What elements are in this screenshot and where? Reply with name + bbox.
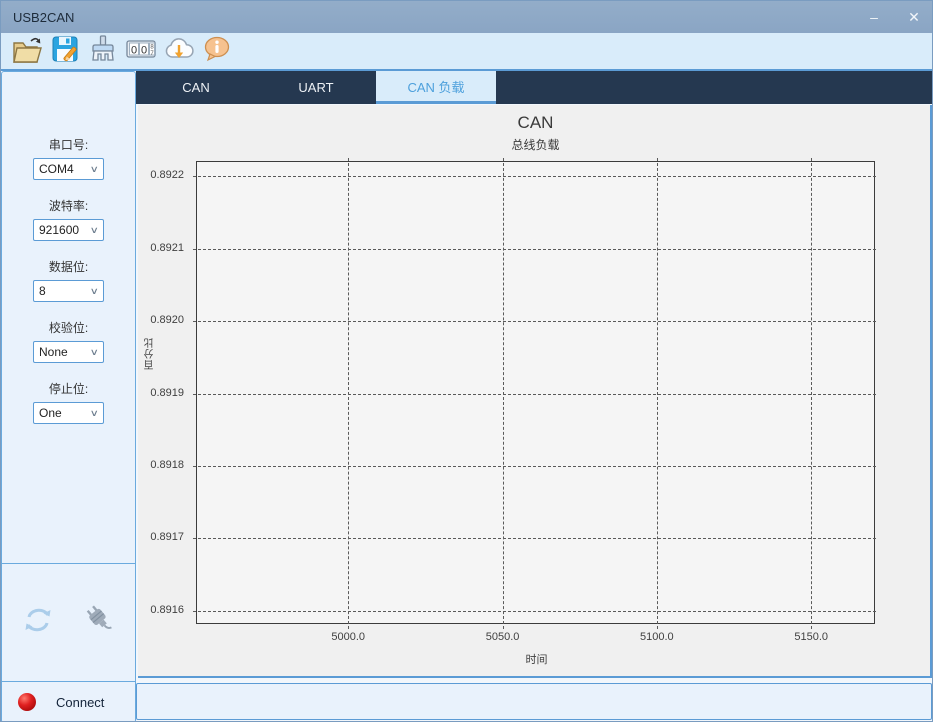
y-gridline <box>193 466 876 467</box>
y-gridline <box>193 394 876 395</box>
connect-button[interactable]: Connect <box>2 682 135 722</box>
baud-rate-value: 921600 <box>39 223 79 237</box>
data-bits-value: 8 <box>39 284 46 298</box>
stop-bits-label: 停止位: <box>2 380 135 397</box>
serial-port-label: 串口号: <box>2 136 135 153</box>
field-stop-bits: 停止位: One ∨ <box>2 380 135 424</box>
chevron-down-icon: ∨ <box>90 347 99 358</box>
y-tick-label: 0.8916 <box>124 604 184 616</box>
x-tick-label: 5100.0 <box>627 631 687 643</box>
save-floppy-icon <box>50 34 80 69</box>
y-gridline <box>193 538 876 539</box>
info-button[interactable] <box>199 34 235 68</box>
x-axis-label: 时间 <box>197 651 876 667</box>
serial-port-value: COM4 <box>39 162 74 176</box>
baud-rate-label: 波特率: <box>2 197 135 214</box>
y-tick-label: 0.8920 <box>124 314 184 326</box>
data-bits-select[interactable]: 8 ∨ <box>33 280 104 302</box>
plug-icon <box>81 603 119 642</box>
x-tick-label: 5150.0 <box>781 631 841 643</box>
open-folder-icon <box>11 34 43 69</box>
serial-port-select[interactable]: COM4 ∨ <box>33 158 104 180</box>
y-tick-label: 0.8921 <box>124 242 184 254</box>
tab-bar: CAN UART CAN 负载 <box>136 71 933 104</box>
serial-settings-panel: 串口号: COM4 ∨ 波特率: 921600 ∨ 数据位: 8 ∨ <box>2 72 135 564</box>
toolbar: 0 0 8 7 <box>1 33 933 71</box>
connection-status-led-icon <box>18 693 36 711</box>
chart-title: CAN <box>196 113 875 133</box>
y-axis-label: 百分比 <box>143 337 157 370</box>
disconnect-plug-button[interactable] <box>80 603 120 643</box>
field-data-bits: 数据位: 8 ∨ <box>2 258 135 302</box>
y-tick-label: 0.8917 <box>124 531 184 543</box>
chevron-down-icon: ∨ <box>90 286 99 297</box>
connect-button-label: Connect <box>56 695 104 710</box>
counter-button[interactable]: 0 0 8 7 <box>123 34 159 68</box>
cloud-download-icon <box>163 34 195 69</box>
minimize-button[interactable]: – <box>854 1 894 33</box>
svg-text:0: 0 <box>141 44 147 56</box>
field-baud-rate: 波特率: 921600 ∨ <box>2 197 135 241</box>
close-button[interactable]: ✕ <box>894 1 933 33</box>
field-parity: 校验位: None ∨ <box>2 319 135 363</box>
tab-can-load[interactable]: CAN 负载 <box>376 71 496 104</box>
plot-area: 百分比 时间 5000.05050.05100.05150.00.89160.8… <box>196 161 875 624</box>
connection-actions-panel <box>2 564 135 682</box>
broom-icon <box>88 34 118 69</box>
clear-button[interactable] <box>85 34 121 68</box>
download-button[interactable] <box>161 34 197 68</box>
main-area: CAN UART CAN 负载 CAN 总线负载 百分比 时间 5000.050… <box>136 71 933 722</box>
stop-bits-value: One <box>39 406 62 420</box>
y-tick-label: 0.8922 <box>124 169 184 181</box>
parity-label: 校验位: <box>2 319 135 336</box>
field-serial-port: 串口号: COM4 ∨ <box>2 136 135 180</box>
tab-can[interactable]: CAN <box>136 71 256 104</box>
refresh-ports-button[interactable] <box>18 603 58 643</box>
parity-select[interactable]: None ∨ <box>33 341 104 363</box>
info-bubble-icon <box>202 34 232 69</box>
y-gridline <box>193 176 876 177</box>
y-gridline <box>193 321 876 322</box>
data-bits-label: 数据位: <box>2 258 135 275</box>
chart-subtitle: 总线负载 <box>196 136 875 153</box>
svg-text:0: 0 <box>131 44 137 56</box>
counter-icon: 0 0 8 7 <box>125 35 157 68</box>
x-tick-label: 5050.0 <box>473 631 533 643</box>
chevron-down-icon: ∨ <box>90 408 99 419</box>
y-gridline <box>193 611 876 612</box>
x-tick-label: 5000.0 <box>318 631 378 643</box>
y-gridline <box>193 249 876 250</box>
stop-bits-select[interactable]: One ∨ <box>33 402 104 424</box>
app-window: USB2CAN – ✕ <box>0 0 933 722</box>
title-bar: USB2CAN – ✕ <box>1 1 933 33</box>
refresh-icon <box>19 603 57 642</box>
parity-value: None <box>39 345 68 359</box>
save-button[interactable] <box>47 34 83 68</box>
y-tick-label: 0.8919 <box>124 387 184 399</box>
y-tick-label: 0.8918 <box>124 459 184 471</box>
baud-rate-select[interactable]: 921600 ∨ <box>33 219 104 241</box>
chevron-down-icon: ∨ <box>90 164 99 175</box>
tab-uart[interactable]: UART <box>256 71 376 104</box>
window-title: USB2CAN <box>13 10 74 25</box>
status-strip <box>136 683 932 720</box>
chevron-down-icon: ∨ <box>90 225 99 236</box>
chart-panel: CAN 总线负载 百分比 时间 5000.05050.05100.05150.0… <box>138 105 932 678</box>
open-file-button[interactable] <box>9 34 45 68</box>
sidebar: 串口号: COM4 ∨ 波特率: 921600 ∨ 数据位: 8 ∨ <box>1 71 136 722</box>
